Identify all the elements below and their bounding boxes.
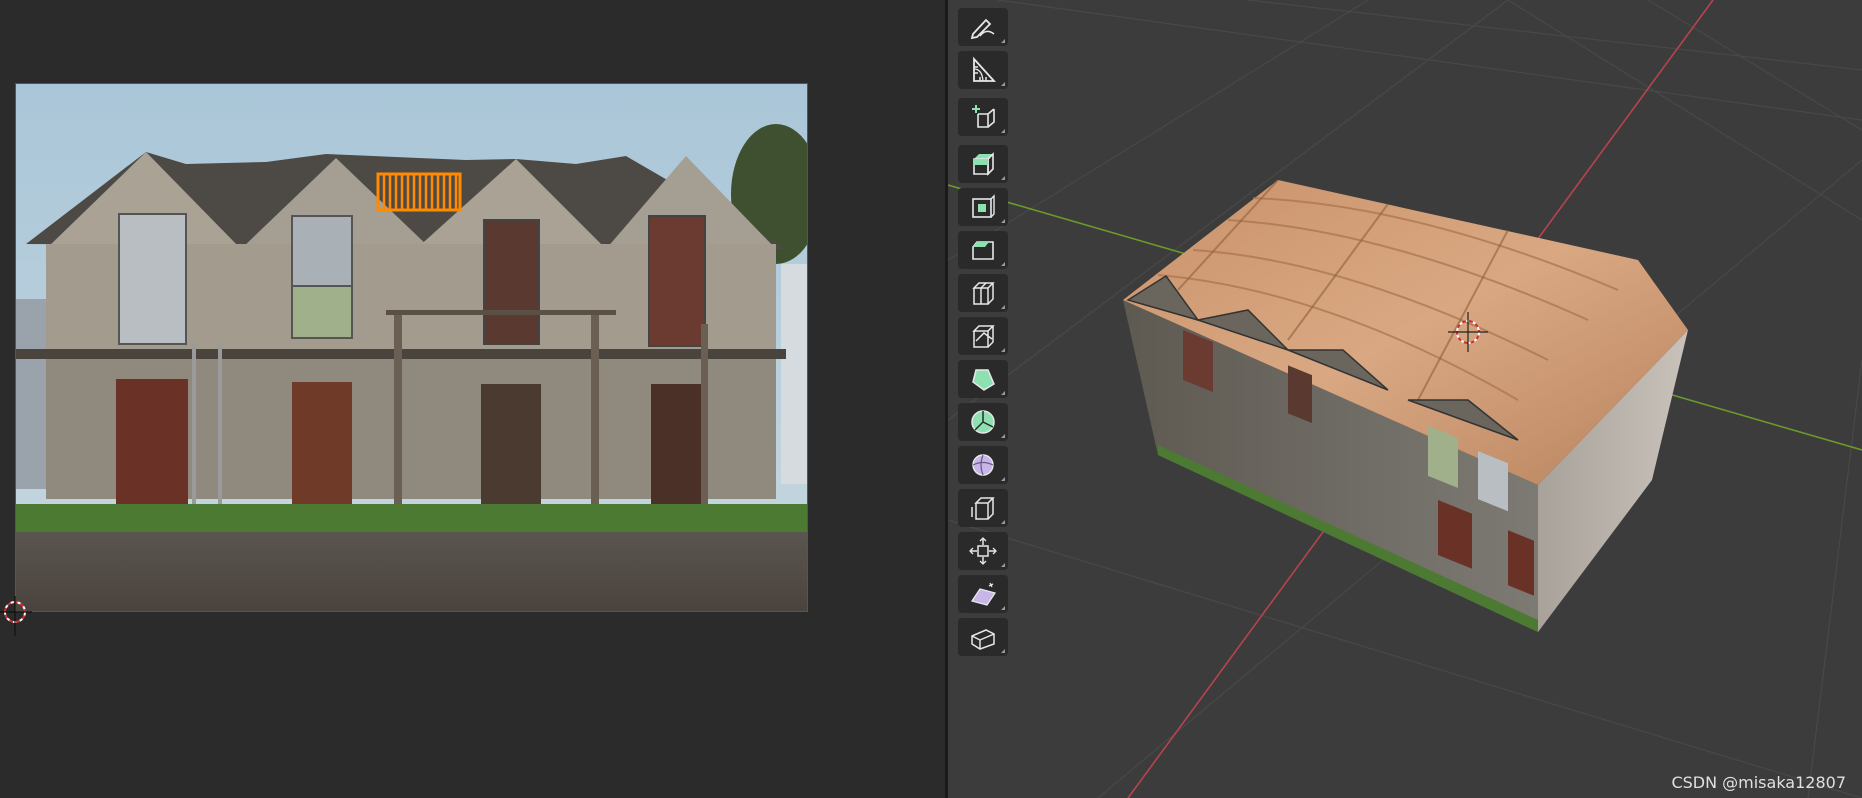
knife-tool-button[interactable] bbox=[958, 317, 1008, 355]
knife-icon bbox=[972, 325, 995, 348]
add-cube-icon bbox=[972, 105, 995, 128]
spin-tool-button[interactable] bbox=[958, 403, 1008, 441]
annotate-icon bbox=[970, 18, 995, 40]
building-mesh[interactable] bbox=[948, 0, 1862, 798]
shear-tool-button[interactable] bbox=[958, 575, 1008, 613]
extrude-region-tool-button[interactable] bbox=[958, 145, 1008, 183]
shrink-fatten-icon bbox=[969, 537, 997, 565]
tool-shelf bbox=[958, 8, 1008, 661]
edge-slide-icon bbox=[971, 497, 995, 520]
shear-icon bbox=[970, 582, 997, 606]
add-cube-tool-button[interactable] bbox=[958, 98, 1008, 136]
edge-slide-tool-button[interactable] bbox=[958, 489, 1008, 527]
texture-image[interactable] bbox=[15, 83, 808, 612]
uv-2d-cursor-icon[interactable] bbox=[0, 596, 32, 636]
bevel-tool-button[interactable] bbox=[958, 231, 1008, 269]
bevel-icon bbox=[972, 241, 994, 260]
smooth-icon bbox=[972, 454, 994, 476]
poly-build-icon bbox=[972, 369, 995, 391]
rip-region-icon bbox=[971, 629, 995, 650]
watermark-text: CSDN @misaka12807 bbox=[1671, 773, 1846, 792]
smooth-tool-button[interactable] bbox=[958, 446, 1008, 484]
inset-faces-tool-button[interactable] bbox=[958, 188, 1008, 226]
3d-viewport[interactable] bbox=[948, 0, 1862, 798]
extrude-region-icon bbox=[973, 152, 994, 176]
measure-tool-button[interactable] bbox=[958, 51, 1008, 89]
uv-editor-area[interactable] bbox=[0, 0, 945, 798]
spin-icon bbox=[971, 410, 995, 434]
poly-build-tool-button[interactable] bbox=[958, 360, 1008, 398]
annotate-tool-button[interactable] bbox=[958, 8, 1008, 46]
loop-cut-icon bbox=[972, 282, 995, 305]
shrink-fatten-tool-button[interactable] bbox=[958, 532, 1008, 570]
inset-faces-icon bbox=[972, 194, 995, 218]
measure-icon bbox=[973, 56, 997, 82]
rip-region-tool-button[interactable] bbox=[958, 618, 1008, 656]
loop-cut-tool-button[interactable] bbox=[958, 274, 1008, 312]
